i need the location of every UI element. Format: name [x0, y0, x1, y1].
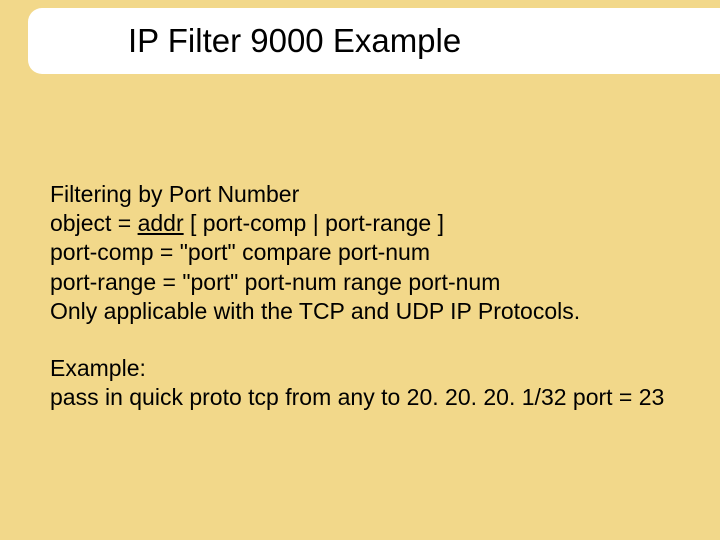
syntax-line-1: Filtering by Port Number [50, 180, 720, 209]
example-line: pass in quick proto tcp from any to 20. … [50, 383, 720, 412]
syntax-line-2-addr: addr [138, 210, 184, 236]
content-area: Filtering by Port Number object = addr [… [50, 180, 720, 440]
title-bar: IP Filter 9000 Example [28, 8, 720, 74]
syntax-line-2: object = addr [ port-comp | port-range ] [50, 209, 720, 238]
slide-title: IP Filter 9000 Example [128, 22, 461, 60]
syntax-line-3: port-comp = "port" compare port-num [50, 238, 720, 267]
syntax-line-4: port-range = "port" port-num range port-… [50, 268, 720, 297]
syntax-line-5: Only applicable with the TCP and UDP IP … [50, 297, 720, 326]
syntax-line-2-pre: object = [50, 210, 138, 236]
syntax-block: Filtering by Port Number object = addr [… [50, 180, 720, 326]
example-label: Example: [50, 354, 720, 383]
syntax-line-2-post: [ port-comp | port-range ] [184, 210, 444, 236]
example-block: Example: pass in quick proto tcp from an… [50, 354, 720, 412]
